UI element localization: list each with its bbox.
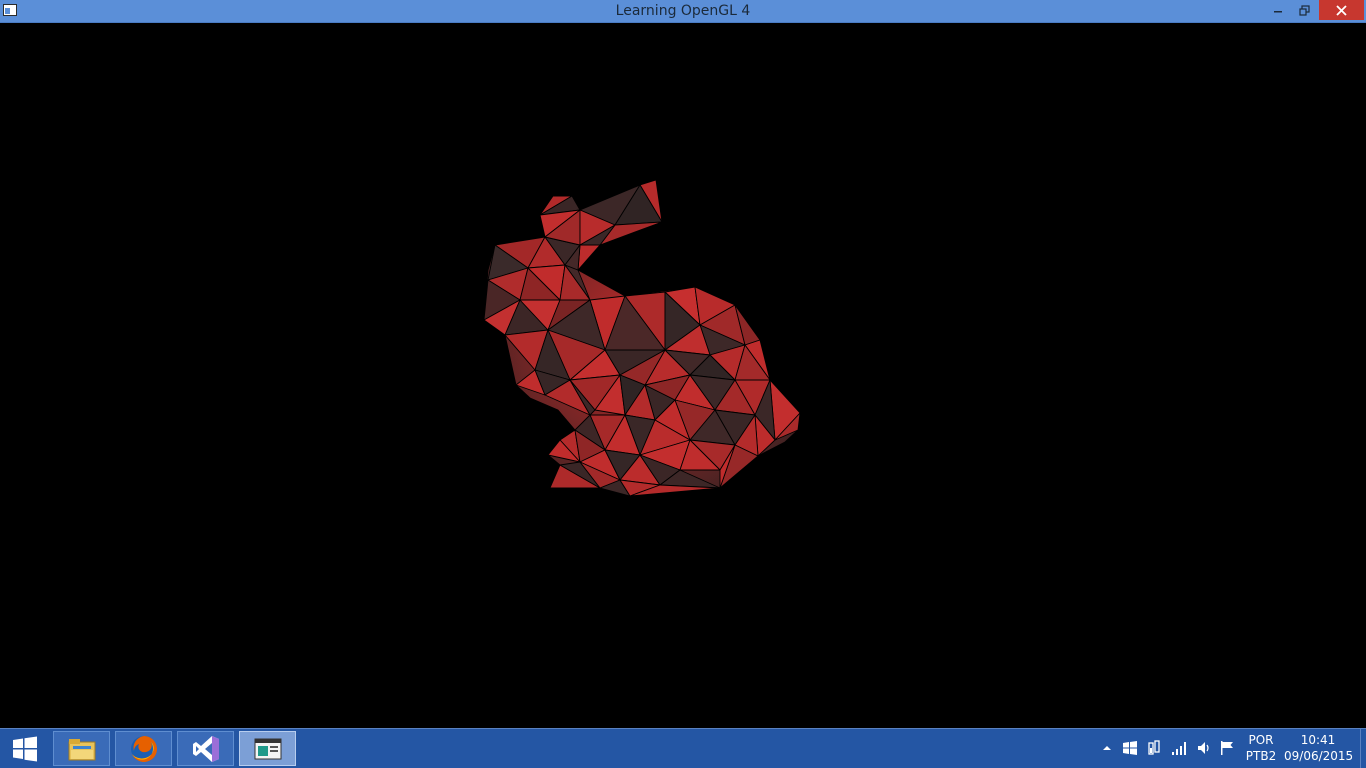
keyboard-layout: PTB2 [1245,749,1277,763]
firefox-icon [130,735,157,762]
restore-icon [1299,4,1310,16]
restore-button[interactable] [1291,0,1318,20]
visual-studio-icon [192,735,219,762]
power-plug-icon [1148,740,1160,755]
tray-windows-button[interactable] [1122,740,1138,756]
window-titlebar[interactable]: Learning OpenGL 4 [0,0,1366,23]
action-center-flag-icon [1221,741,1233,755]
tray-network-button[interactable] [1171,740,1187,756]
start-button[interactable] [0,729,50,768]
bunny-mesh [483,179,801,497]
window-app-icon[interactable] [3,4,17,16]
clock-date: 09/06/2015 [1284,749,1354,763]
show-desktop-button[interactable] [1360,729,1366,768]
console-window-icon [254,738,281,759]
volume-icon [1198,742,1209,754]
window-title: Learning OpenGL 4 [615,3,751,19]
close-button[interactable] [1319,0,1364,20]
taskbar-clock[interactable]: 10:41 09/06/2015 [1284,732,1354,764]
windows-logo-icon [13,736,37,761]
taskbar-visual-studio[interactable] [177,731,234,766]
file-explorer-icon [68,738,95,760]
tray-action-center-button[interactable] [1219,740,1235,756]
clock-time: 10:41 [1300,733,1336,747]
language-code: POR [1248,733,1274,747]
taskbar-file-explorer[interactable] [53,731,110,766]
close-icon [1336,4,1347,16]
taskbar-firefox[interactable] [115,731,172,766]
windows-logo-tray-icon [1123,741,1137,755]
network-signal-icon [1172,742,1186,755]
minimize-button[interactable] [1264,0,1291,20]
taskbar: POR PTB2 10:41 09/06/2015 [0,728,1366,768]
show-hidden-icons-button[interactable] [1099,740,1115,756]
opengl-viewport[interactable] [0,23,1366,728]
tray-power-button[interactable] [1146,740,1162,756]
minimize-icon [1273,11,1282,13]
tray-volume-button[interactable] [1196,740,1212,756]
input-language-indicator[interactable]: POR PTB2 [1244,732,1278,764]
taskbar-learning-opengl[interactable] [239,731,296,766]
show-hidden-icons-chevron [1103,746,1111,750]
